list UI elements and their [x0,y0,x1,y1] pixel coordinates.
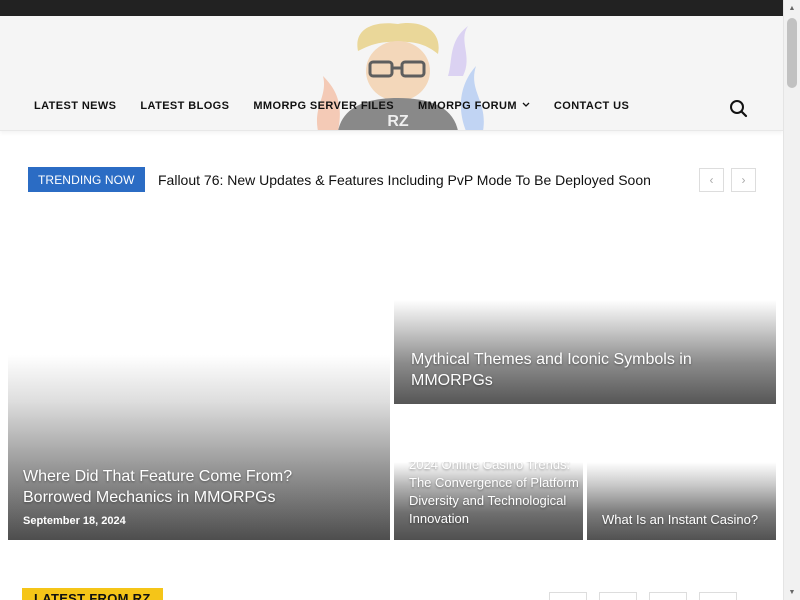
nav-label: LATEST NEWS [34,100,117,112]
page-scrollbar[interactable]: ▲ ▼ [783,0,800,600]
post-title: What Is an Instant Casino? [602,512,759,527]
top-bar [0,0,783,16]
chevron-right-icon: › [741,173,746,187]
site-header: RZ LATEST NEWS LATEST BLOGS MMORPG SERVE… [0,16,783,131]
scroll-up-arrow-icon[interactable]: ▲ [784,0,800,16]
post-date: September 18, 2024 [23,515,126,527]
nav-latest-blogs[interactable]: LATEST BLOGS [140,100,229,112]
section-tab[interactable] [599,592,637,600]
chevron-left-icon: ‹ [709,173,714,187]
nav-label: LATEST BLOGS [140,100,230,112]
nav-label: MMORPG FORUM [418,100,517,112]
chevron-down-icon [522,101,530,110]
site-logo[interactable]: RZ [298,16,503,131]
search-button[interactable] [726,96,750,120]
nav-mmorpg-forum[interactable]: MMORPG FORUM [418,100,530,112]
trending-next-button[interactable]: › [731,168,756,192]
post-title: Where Did That Feature Come From? Borrow… [23,468,293,506]
post-title: Mythical Themes and Iconic Symbols in MM… [411,351,692,389]
scroll-down-arrow-icon[interactable]: ▼ [784,584,800,600]
svg-text:RZ: RZ [387,113,409,130]
nav-label: CONTACT US [553,100,630,112]
featured-post-1[interactable]: Where Did That Feature Come From? Borrow… [8,355,390,540]
nav-latest-news[interactable]: LATEST NEWS [34,100,116,112]
search-icon [730,100,748,118]
featured-post-4[interactable]: What Is an Instant Casino? [587,462,776,540]
section-tab[interactable] [699,592,737,600]
scrollbar-thumb[interactable] [787,18,797,88]
nav-contact-us[interactable]: CONTACT US [554,100,629,112]
featured-post-2[interactable]: Mythical Themes and Iconic Symbols in MM… [394,300,776,404]
section-tab[interactable] [549,592,587,600]
nav-mmorpg-server-files[interactable]: MMORPG SERVER FILES [253,100,394,112]
featured-post-3[interactable]: 2024 Online Casino Trends: The Convergen… [394,462,583,540]
trending-now-badge: TRENDING NOW [28,167,145,192]
post-thumbnail [8,355,390,540]
trending-headline-link[interactable]: Fallout 76: New Updates & Features Inclu… [158,172,651,188]
main-nav: LATEST NEWS LATEST BLOGS MMORPG SERVER F… [22,100,641,112]
post-title: 2024 Online Casino Trends: The Convergen… [409,462,579,526]
trending-prev-button[interactable]: ‹ [699,168,724,192]
section-heading: LATEST FROM RZ [22,588,163,600]
nav-label: MMORPG SERVER FILES [253,100,394,112]
section-tab[interactable] [649,592,687,600]
